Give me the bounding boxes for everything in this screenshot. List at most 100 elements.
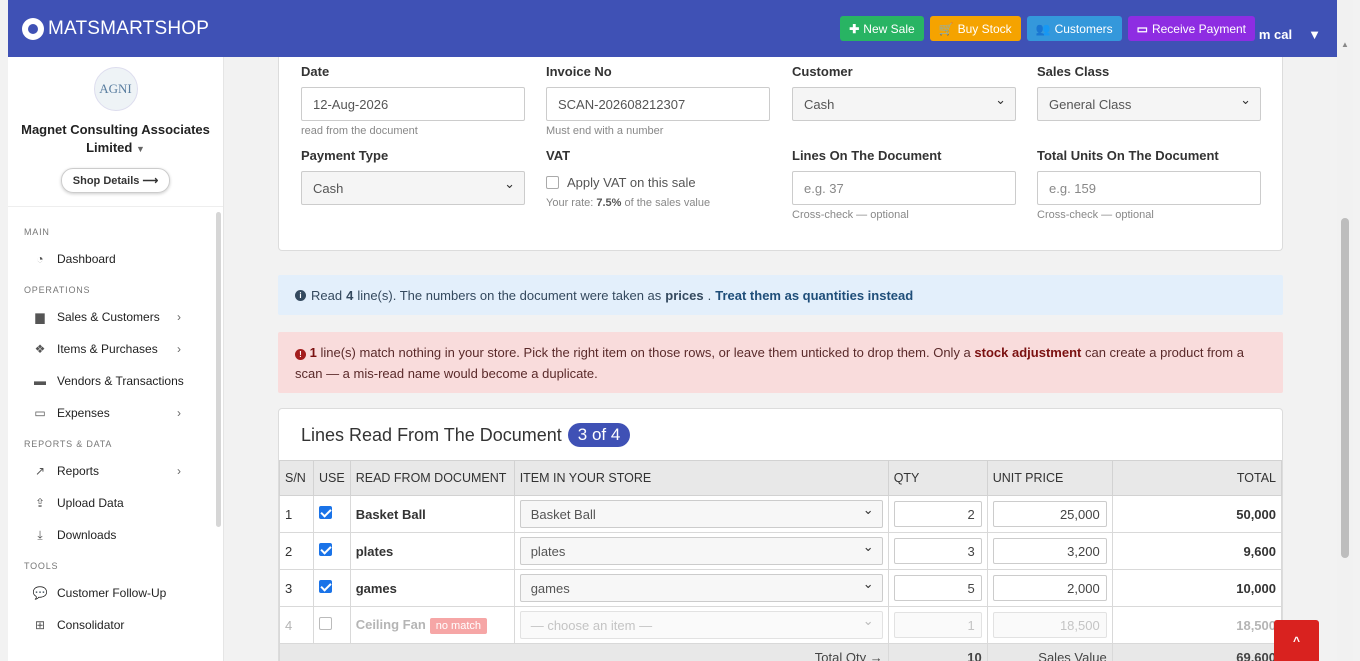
row-qty-cell: 5 xyxy=(887,569,988,607)
user-name: m cal xyxy=(1258,27,1293,42)
error-alert: ! 1 line(s) match nothing in your store.… xyxy=(278,332,1283,393)
download-icon: ⤓ xyxy=(37,527,43,542)
vat-checkbox[interactable] xyxy=(546,176,559,189)
row-price-cell: 3,200 xyxy=(986,532,1113,570)
sidebar-scrollbar[interactable] xyxy=(216,207,222,527)
use-checkbox[interactable] xyxy=(319,543,332,556)
vat-rate-text: Your rate: 7.5% of the sales value xyxy=(546,197,770,209)
qty-input[interactable]: 3 xyxy=(893,538,982,564)
unit-price-input[interactable]: 25,000 xyxy=(992,501,1107,527)
col-sn: S/N xyxy=(279,460,314,496)
row-read-cell: Ceiling Fan no match xyxy=(349,606,515,644)
sidebar-item-items-purchases[interactable]: ❖ Items & Purchases › xyxy=(8,333,223,365)
sales-value: 69,600 xyxy=(1111,643,1283,661)
lines-count-badge: 3 of 4 xyxy=(567,423,631,447)
info-pre: Read xyxy=(311,287,343,303)
use-checkbox[interactable] xyxy=(319,617,332,630)
sidebar-item-vendors-transactions[interactable]: ▬ Vendors & Transactions xyxy=(8,365,223,397)
info-count: 4 xyxy=(346,287,354,303)
no-match-badge: no match xyxy=(429,617,488,634)
org-name[interactable]: Magnet Consulting Associates Limited ▼ xyxy=(8,121,223,158)
sidebar-item-reports[interactable]: ↗ Reports › xyxy=(8,455,223,487)
chevron-right-icon: › xyxy=(177,464,181,478)
lines-group: Lines On The Document e.g. 37 Cross-chec… xyxy=(792,148,1016,221)
lines-card: Lines Read From The Document 3 of 4 S/N … xyxy=(278,408,1283,661)
row-read: Ceiling Fan xyxy=(355,616,426,632)
sales-value-label: Sales Value xyxy=(986,643,1113,661)
row-item-cell: Basket Ball xyxy=(513,495,889,533)
customers-button[interactable]: 👥 Customers xyxy=(1026,16,1122,41)
customer-select[interactable]: Cash xyxy=(792,87,1016,121)
lines-input[interactable]: e.g. 37 xyxy=(792,171,1016,205)
brand-logo-icon xyxy=(22,17,44,40)
new-sale-label: New Sale xyxy=(863,21,915,36)
sitemap-icon: ⊞ xyxy=(34,618,46,632)
sidebar-item-upload-data[interactable]: ⇪ Upload Data xyxy=(8,487,223,519)
page-scroll-thumb[interactable] xyxy=(1341,218,1349,558)
unit-price-input[interactable]: 18,500 xyxy=(992,612,1107,638)
sidebar-scroll-thumb[interactable] xyxy=(216,212,221,527)
chart-icon: ↗ xyxy=(34,464,46,478)
sidebar-item-downloads[interactable]: ⤓ Downloads xyxy=(8,519,223,551)
date-hint: read from the document xyxy=(301,125,418,137)
caret-down-icon: ▼ xyxy=(1308,27,1321,42)
chevron-right-icon: › xyxy=(177,406,181,420)
org-logo: AGNI xyxy=(93,67,138,111)
unit-price-input[interactable]: 3,200 xyxy=(992,538,1107,564)
row-qty-cell: 1 xyxy=(887,606,988,644)
qty-input[interactable]: 1 xyxy=(893,612,982,638)
vat-checkbox-label: Apply VAT on this sale xyxy=(567,175,696,190)
vat-group: VAT Apply VAT on this sale Your rate: 7.… xyxy=(546,148,770,209)
cart-icon: 🛒 xyxy=(938,21,954,36)
units-input[interactable]: e.g. 159 xyxy=(1037,171,1261,205)
upload-icon: ⇪ xyxy=(34,496,46,510)
vat-rate-suffix: of the sales value xyxy=(624,197,711,209)
sidebar-item-consolidator[interactable]: ⊞ Consolidator xyxy=(8,609,223,641)
user-menu[interactable]: m cal ▼ xyxy=(1259,27,1321,42)
qty-input[interactable]: 2 xyxy=(893,501,982,527)
vat-checkbox-row[interactable]: Apply VAT on this sale xyxy=(546,175,770,190)
invoice-hint: Must end with a number xyxy=(546,125,664,137)
item-select[interactable]: Basket Ball xyxy=(519,500,883,528)
sidebar-item-label: Downloads xyxy=(57,528,117,542)
table-row: 1 Basket Ball Basket Ball 2 25,000 50,00… xyxy=(279,495,1283,533)
arrow-right-icon: ⟶ xyxy=(142,175,159,187)
nav-section-operations: OPERATIONS xyxy=(24,285,91,295)
sidebar-item-expenses[interactable]: ▭ Expenses › xyxy=(8,397,223,429)
page-scrollbar[interactable]: ▲ xyxy=(1337,0,1353,661)
customers-label: Customers xyxy=(1054,21,1113,36)
new-sale-button[interactable]: ✚ New Sale xyxy=(840,16,924,41)
invoice-input[interactable]: SCAN-202608212307 xyxy=(546,87,770,121)
unit-price-input[interactable]: 2,000 xyxy=(992,575,1107,601)
treat-as-quantities-link[interactable]: Treat them as quantities instead xyxy=(715,288,913,303)
use-checkbox[interactable] xyxy=(319,580,332,593)
sales-class-select[interactable]: General Class xyxy=(1037,87,1261,121)
payment-type-select[interactable]: Cash xyxy=(301,171,525,205)
sidebar-item-customer-follow-up[interactable]: 💬 Customer Follow-Up xyxy=(8,577,223,609)
use-checkbox[interactable] xyxy=(319,506,332,519)
shop-details-button[interactable]: Shop Details ⟶ xyxy=(60,168,171,193)
item-select[interactable]: games xyxy=(519,574,883,602)
buy-stock-button[interactable]: 🛒 Buy Stock xyxy=(929,16,1021,41)
qty-input[interactable]: 5 xyxy=(893,575,982,601)
brand[interactable]: MATSMARTSHOP xyxy=(22,17,209,40)
col-use: USE xyxy=(313,460,351,496)
table-row: 4 Ceiling Fan no match — choose an item —… xyxy=(279,606,1283,644)
row-use-cell xyxy=(313,532,351,570)
sales-class-group: Sales Class General Class xyxy=(1037,64,1261,121)
table-header-row: S/N USE READ FROM DOCUMENT ITEM IN YOUR … xyxy=(279,460,1283,496)
sidebar-item-dashboard[interactable]: ◔ Dashboard xyxy=(8,243,223,275)
invoice-label: Invoice No xyxy=(546,64,612,79)
row-total: 50,000 xyxy=(1111,495,1283,533)
scroll-up-arrow-icon[interactable]: ▲ xyxy=(1341,40,1349,49)
back-to-top-button[interactable]: ^ xyxy=(1274,620,1319,661)
sidebar-item-sales-customers[interactable]: ▆ Sales & Customers › xyxy=(8,301,223,333)
item-select[interactable]: plates xyxy=(519,537,883,565)
date-input[interactable]: 12-Aug-2026 xyxy=(301,87,525,121)
sale-details-form: Date 12-Aug-2026 read from the document … xyxy=(278,57,1283,251)
col-unit-price: UNIT PRICE xyxy=(986,460,1113,496)
receive-payment-label: Receive Payment xyxy=(1151,21,1246,36)
receive-payment-button[interactable]: ▭ Receive Payment xyxy=(1127,16,1255,41)
row-total: 9,600 xyxy=(1111,532,1283,570)
item-select[interactable]: — choose an item — xyxy=(519,611,883,639)
